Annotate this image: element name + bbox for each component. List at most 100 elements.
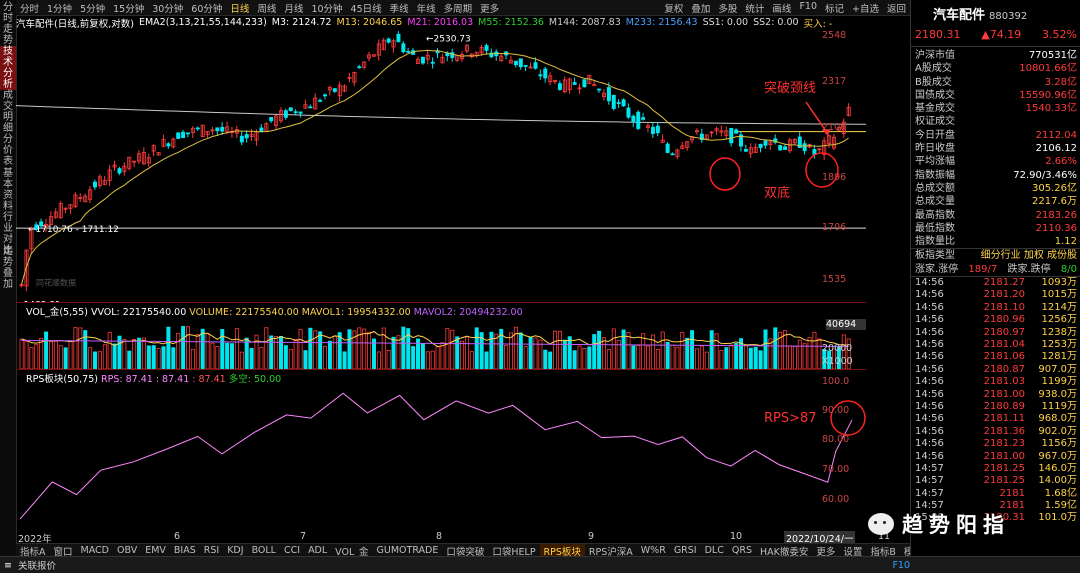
status-f10[interactable]: F10 [892, 560, 910, 571]
indicator-tab[interactable]: BOLL [248, 545, 280, 556]
indicator-tab[interactable]: RSI [200, 545, 223, 556]
ma-value: M233: 2156.43 [625, 17, 698, 28]
tool-button[interactable]: +自选 [848, 1, 883, 15]
volume-bar [342, 351, 347, 370]
stat-value: 2110.36 [1035, 222, 1077, 234]
tool-button[interactable]: 画线 [768, 1, 795, 15]
tool-button[interactable]: 叠加 [687, 1, 714, 15]
stat-row: 总成交量 2217.6万 [911, 195, 1080, 208]
candle-body [269, 117, 274, 122]
tick-list[interactable]: 14:56 2181.27 1093万 14:56 2181.20 1015万 14:56 2… [911, 277, 1080, 525]
volume-bar [386, 349, 391, 370]
volume-bar [504, 345, 509, 370]
candle-body [641, 117, 646, 120]
candle-body [244, 134, 249, 139]
left-tab-profile[interactable]: 基本资料 [0, 168, 16, 212]
period-tab[interactable]: 45日线 [347, 1, 386, 15]
volume-bar [787, 345, 792, 370]
tick-time: 14:56 [915, 438, 944, 450]
volume-bar [210, 342, 215, 370]
tick-price: 2181.10 [983, 301, 1025, 313]
tick-row: 14:56 2181.27 1093万 [911, 277, 1080, 289]
left-tab-overlay[interactable]: 走势叠加 [0, 246, 16, 290]
price-pane[interactable]: ←2530.73 ←1710.76 - 1711.12 ←1483.81 同花顺数据 突… [15, 30, 867, 310]
period-tab[interactable]: 30分钟 [148, 1, 187, 15]
indicator-tab[interactable]: ADL [304, 545, 331, 556]
indicator-tab[interactable]: GRSI [670, 545, 701, 556]
tick-row: 14:56 2181.20 1015万 [911, 289, 1080, 301]
stat-value: 2.66% [1045, 156, 1077, 168]
volume-bar [97, 351, 102, 370]
tool-button[interactable]: 统计 [741, 1, 768, 15]
tick-volume: 967.0万 [1038, 450, 1077, 462]
volume-bar [161, 346, 166, 370]
volume-bar [729, 344, 734, 370]
period-tab[interactable]: 月线 [280, 1, 307, 15]
indicator-tab[interactable]: DLC [701, 545, 728, 556]
indicator-tab[interactable]: KDJ [223, 545, 247, 556]
volume-bar [63, 347, 68, 370]
period-tab[interactable]: 60分钟 [187, 1, 226, 15]
indicator-tab[interactable]: EMV [141, 545, 170, 556]
indicator-tab[interactable]: GUMOTRADE [373, 545, 443, 556]
stat-value: 3.28亿 [1044, 76, 1077, 88]
period-tab[interactable]: 年线 [413, 1, 440, 15]
candle-body [631, 115, 636, 123]
period-tab[interactable]: 10分钟 [307, 1, 346, 15]
indicator-tab[interactable]: BIAS [170, 545, 200, 556]
period-tab[interactable]: 多周期 [440, 1, 477, 15]
indicator-tab[interactable]: MACD [77, 545, 113, 556]
period-tab[interactable]: 5分钟 [76, 1, 109, 15]
volume-bar [641, 333, 646, 370]
period-tab[interactable]: 季线 [386, 1, 413, 15]
indicator-tab[interactable]: W%R [637, 545, 670, 556]
volume-bar [215, 346, 220, 370]
period-tab[interactable]: 15分钟 [109, 1, 148, 15]
left-tab-technical[interactable]: 技术分析 [0, 46, 16, 90]
period-tab-active[interactable]: 日线 [226, 1, 253, 15]
volume-bar [430, 350, 435, 370]
back-button[interactable]: 返回 [883, 1, 910, 15]
tool-button[interactable]: 标记 [821, 1, 848, 15]
status-left[interactable]: 关联报价 [18, 558, 56, 572]
volume-bar [58, 345, 63, 370]
volume-bar [474, 327, 479, 370]
left-tab-price-table[interactable]: 分价表 [0, 134, 16, 167]
left-tab-timeshare[interactable]: 分时走势 [0, 2, 16, 46]
volume-bar [587, 346, 592, 370]
date-tick: 7 [300, 531, 307, 542]
stat-row: 昨日收盘 2106.12 [911, 142, 1080, 155]
board-type-label: 板指类型 [915, 250, 955, 262]
tick-row: 14:56 2180.89 1119万 [911, 401, 1080, 413]
volume-pane[interactable]: VOL_金(5,55) VVOL: 22175540.00 VOLUME: 22… [16, 303, 866, 370]
rps-pane[interactable]: RPS板块(50,75) RPS: 87.41 : 87.41 : 87.41 … [16, 370, 866, 530]
tick-row: 14:56 2181.00 967.0万 [911, 451, 1080, 463]
stat-row: A股成交 10801.66亿 [911, 62, 1080, 75]
indicator-tab[interactable]: CCI [280, 545, 304, 556]
tool-button[interactable]: 复权 [660, 1, 687, 15]
board-type-value[interactable]: 细分行业 加权 成份股 [981, 249, 1077, 262]
tick-volume: 146.0万 [1038, 462, 1077, 474]
tool-button[interactable]: F10 [795, 1, 821, 15]
volume-bar [557, 330, 562, 370]
price-axis-tick: 2317 [822, 76, 847, 87]
stat-row: 今日开盘 2112.04 [911, 129, 1080, 142]
indicator-tab[interactable]: OBV [113, 545, 141, 556]
tick-price: 2180.89 [983, 400, 1025, 412]
tick-price: 2181 [999, 487, 1025, 499]
left-tab-detail[interactable]: 成交明细 [0, 90, 16, 134]
volume-bar [391, 336, 396, 370]
period-tab-more[interactable]: 更多 [476, 1, 503, 15]
period-tab[interactable]: 周线 [253, 1, 280, 15]
left-tab-column: 分时走势 技术分析 成交明细 分价表 基本资料 行业对比 走势叠加 [0, 0, 17, 556]
tool-button[interactable]: 多股 [714, 1, 741, 15]
volume-bar [484, 351, 489, 370]
candle-body [484, 45, 489, 51]
tick-volume: 1238万 [1041, 326, 1077, 338]
period-tab[interactable]: 1分钟 [43, 1, 76, 15]
stat-value: 770531亿 [1028, 50, 1077, 61]
period-tab[interactable]: 分时 [16, 1, 43, 15]
price-axis-tick: 1896 [822, 172, 847, 183]
indicator-tab[interactable]: QRS [728, 545, 756, 556]
stat-label: 权证成交 [915, 116, 955, 128]
